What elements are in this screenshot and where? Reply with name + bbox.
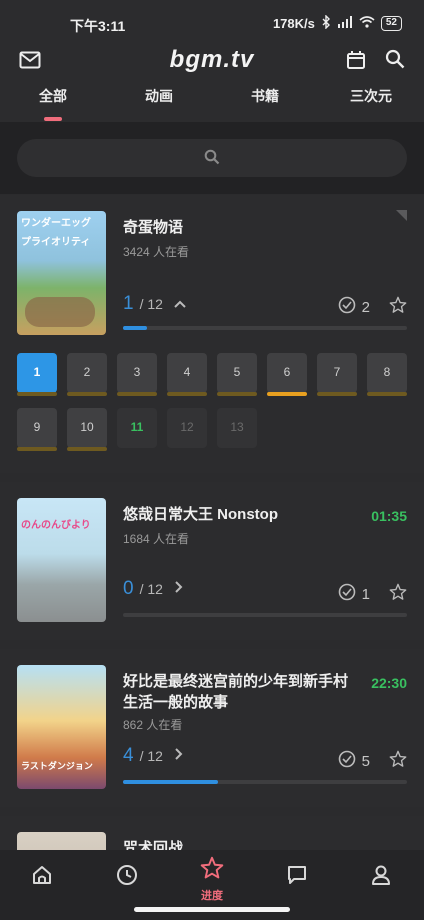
- network-speed: 178K/s: [272, 16, 315, 31]
- episode-button[interactable]: 11: [117, 408, 157, 448]
- done-count[interactable]: 5: [338, 750, 370, 772]
- tab-real[interactable]: 三次元: [331, 86, 411, 106]
- clock-icon: [116, 864, 138, 891]
- status-bar: 下午3:11 178K/s 52: [0, 0, 424, 44]
- star-icon[interactable]: [389, 750, 407, 773]
- watching-count: 3424 人在看: [123, 245, 190, 259]
- progress-total: / 12: [139, 296, 163, 312]
- progress-current: 1: [123, 293, 134, 314]
- subject-card[interactable]: のんのんびより 悠哉日常大王 Nonstop 01:35 1684 人在看 0 …: [0, 482, 424, 640]
- check-circle-icon: [338, 296, 356, 318]
- tab-all[interactable]: 全部: [13, 86, 93, 106]
- subject-cover[interactable]: のんのんびより: [17, 498, 106, 622]
- subject-cover[interactable]: [17, 832, 106, 850]
- episode-button[interactable]: 8: [367, 353, 407, 396]
- watching-count: 862 人在看: [123, 718, 183, 732]
- home-indicator: [134, 907, 290, 912]
- chat-icon: [286, 864, 308, 891]
- nav-progress[interactable]: 进度: [192, 856, 232, 902]
- episode-button[interactable]: 6: [267, 353, 307, 396]
- battery-indicator: 52: [380, 16, 402, 31]
- cover-title-line: プライオリティ: [21, 237, 91, 248]
- subject-title[interactable]: 悠哉日常大王 Nonstop: [123, 504, 278, 525]
- cover-title-line: ラストダンジョン: [21, 761, 93, 771]
- search-icon[interactable]: [383, 47, 407, 71]
- calendar-icon[interactable]: [344, 48, 368, 72]
- episode-button[interactable]: 7: [317, 353, 357, 396]
- done-count-value: 1: [361, 585, 370, 603]
- episode-button[interactable]: 12: [167, 408, 207, 448]
- star-icon[interactable]: [389, 583, 407, 606]
- app-bar: bgm.tv 全部 动画 书籍 三次元: [0, 44, 424, 122]
- check-circle-icon: [338, 750, 356, 772]
- airtime: 22:30: [371, 675, 407, 691]
- done-count-value: 5: [361, 752, 370, 770]
- wifi-icon: [359, 16, 375, 31]
- star-nav-icon: [200, 856, 224, 885]
- subject-title[interactable]: 好比是最终迷宫前的少年到新手村 生活一般的故事: [123, 671, 348, 713]
- status-indicators: 178K/s 52: [272, 14, 402, 32]
- signal-icon: [337, 16, 353, 31]
- done-count[interactable]: 2: [338, 296, 370, 318]
- subject-cover[interactable]: ワンダーエッグ プライオリティ: [17, 211, 106, 335]
- chevron-up-icon[interactable]: [173, 299, 187, 309]
- subject-card[interactable]: ラストダンジョン 好比是最终迷宫前的少年到新手村 生活一般的故事 22:30 8…: [0, 649, 424, 807]
- user-icon: [370, 864, 392, 891]
- nav-timeline[interactable]: [107, 864, 147, 904]
- search-input[interactable]: [17, 139, 407, 177]
- category-tabs: 全部 动画 书籍 三次元: [0, 86, 424, 122]
- star-icon[interactable]: [389, 296, 407, 319]
- search-field-icon: [204, 149, 220, 165]
- subject-card[interactable]: ワンダーエッグ プライオリティ 奇蛋物语 3424 人在看 1 / 12 2 1…: [0, 195, 424, 473]
- subject-title-line: 生活一般的故事: [123, 694, 229, 711]
- bluetooth-icon: [321, 14, 331, 32]
- subject-title-line: 好比是最终迷宫前的少年到新手村: [123, 673, 349, 690]
- progress-bar: [123, 780, 407, 784]
- episode-button[interactable]: 13: [217, 408, 257, 448]
- chevron-right-icon[interactable]: [173, 580, 183, 594]
- collapse-corner-icon[interactable]: [396, 210, 407, 221]
- progress-bar: [123, 326, 407, 330]
- chevron-right-icon[interactable]: [173, 747, 183, 761]
- check-circle-icon: [338, 583, 356, 605]
- nav-profile[interactable]: [361, 864, 401, 904]
- done-count-value: 2: [361, 298, 370, 316]
- progress-bar-fill: [123, 326, 147, 330]
- home-icon: [31, 864, 53, 891]
- episode-button[interactable]: 2: [67, 353, 107, 396]
- episode-progress[interactable]: 4 / 12: [123, 745, 183, 771]
- cover-title-line: のんのんびより: [21, 520, 91, 531]
- episode-progress[interactable]: 0 / 12: [123, 578, 183, 604]
- progress-current: 4: [123, 745, 134, 766]
- episode-button[interactable]: 9: [17, 408, 57, 451]
- subject-cover[interactable]: ラストダンジョン: [17, 665, 106, 789]
- cover-artwork: [25, 297, 95, 327]
- nav-messages[interactable]: [277, 864, 317, 904]
- cover-title-line: ワンダーエッグ: [21, 218, 91, 229]
- nav-home[interactable]: [22, 864, 62, 904]
- done-count[interactable]: 1: [338, 583, 370, 605]
- episode-progress[interactable]: 1 / 12: [123, 293, 187, 319]
- progress-bar: [123, 613, 407, 617]
- progress-current: 0: [123, 578, 134, 599]
- tab-books[interactable]: 书籍: [225, 86, 305, 106]
- subject-card[interactable]: 咒术回战: [0, 816, 424, 850]
- episode-button[interactable]: 1: [17, 353, 57, 396]
- progress-total: / 12: [139, 748, 163, 764]
- subject-title[interactable]: 咒术回战: [123, 838, 183, 850]
- tab-anime[interactable]: 动画: [119, 86, 199, 106]
- watching-count: 1684 人在看: [123, 532, 190, 546]
- nav-progress-label: 进度: [201, 890, 223, 902]
- episode-button[interactable]: 10: [67, 408, 107, 451]
- episode-button[interactable]: 4: [167, 353, 207, 396]
- airtime: 01:35: [371, 508, 407, 524]
- search-section: [0, 122, 424, 194]
- progress-total: / 12: [139, 581, 163, 597]
- status-time: 下午3:11: [70, 18, 126, 34]
- subject-title[interactable]: 奇蛋物语: [123, 217, 183, 238]
- progress-bar-fill: [123, 780, 218, 784]
- episode-button[interactable]: 5: [217, 353, 257, 396]
- episode-button[interactable]: 3: [117, 353, 157, 396]
- active-tab-indicator: [44, 117, 62, 121]
